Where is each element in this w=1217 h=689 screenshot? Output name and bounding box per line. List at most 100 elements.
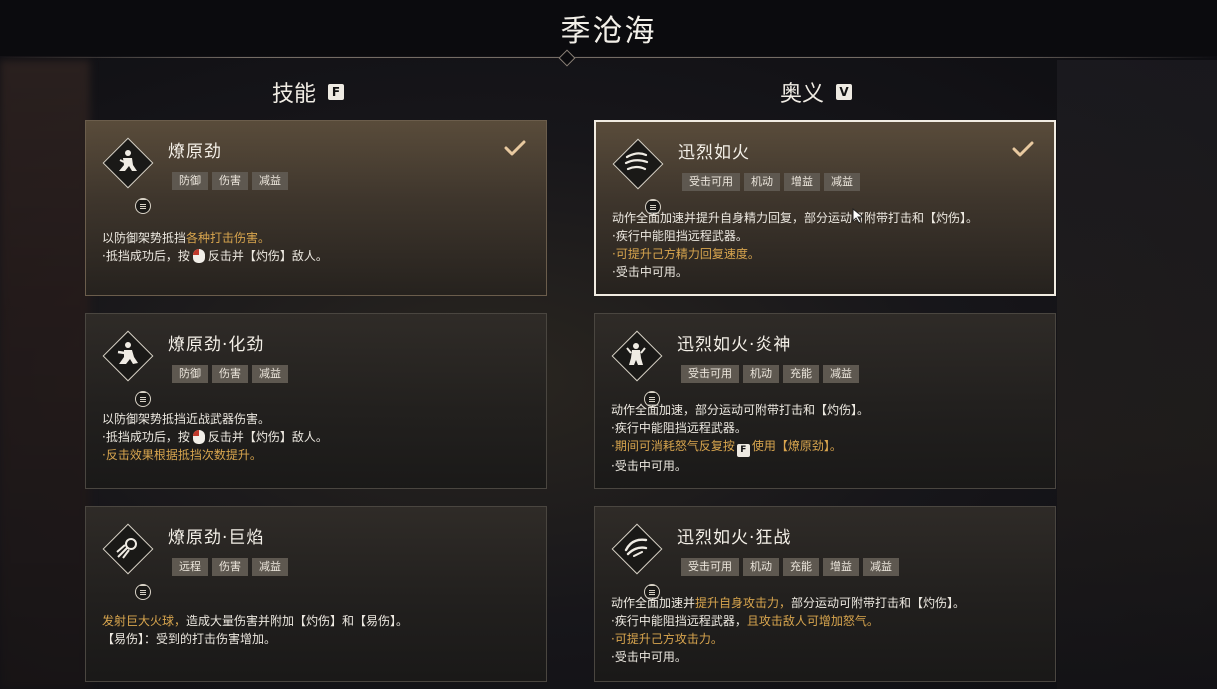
skill-card-liaoyuanjin[interactable]: 燎原劲 防御 伤害 减益 以防御架势抵挡各种打击伤害。 ·抵挡成功后，按 反击并【… <box>85 120 547 296</box>
ultimate-tag: 机动 <box>743 365 779 383</box>
flame-deity-icon <box>626 343 646 365</box>
equipped-check-icon <box>504 140 526 156</box>
skill-details-icon[interactable] <box>135 584 151 600</box>
ultimate-tag: 机动 <box>743 558 779 576</box>
skill-card-juyan[interactable]: 燎原劲·巨焰 远程 伤害 减益 发射巨大火球，造成大量伤害并附加【灼伤】和【易伤… <box>85 506 547 682</box>
skill-tag: 伤害 <box>212 365 248 383</box>
skill-name: 燎原劲 <box>168 142 222 162</box>
skill-card-huajin[interactable]: 燎原劲·化劲 防御 伤害 减益 以防御架势抵挡近战武器伤害。 ·抵挡成功后，按 反… <box>85 313 547 489</box>
skill-tag: 伤害 <box>212 172 248 190</box>
desc-text: 以防御架势抵挡 <box>102 231 187 245</box>
skill-tag: 防御 <box>172 172 208 190</box>
skill-name: 燎原劲·化劲 <box>168 335 265 355</box>
ultimate-tag: 减益 <box>863 558 899 576</box>
desc-highlight: ·反击效果根据抵挡次数提升。 <box>102 448 262 462</box>
ultimate-card-kuangzhan[interactable]: 迅烈如火·狂战 受击可用 机动 充能 增益 减益 动作全面加速并提升自身攻击力，… <box>594 506 1056 682</box>
skill-details-icon[interactable] <box>135 198 151 214</box>
skill-tag: 减益 <box>252 365 288 383</box>
guard-stance-icon <box>117 342 138 364</box>
ultimate-tag: 减益 <box>824 173 860 191</box>
desc-text: 部分运动可附带打击和【灼伤】。 <box>791 596 966 610</box>
ultimate-name: 迅烈如火 <box>678 143 750 163</box>
skills-section-title: 技能 <box>272 82 317 107</box>
skill-tag: 减益 <box>252 558 288 576</box>
skill-description: 以防御架势抵挡近战武器伤害。 ·抵挡成功后，按 反击并【灼伤】敌人。 ·反击效果根… <box>102 410 532 464</box>
frenzy-slash-icon <box>624 538 648 557</box>
hotkey-f-badge: F <box>736 444 750 457</box>
skills-hotkey-badge: F <box>328 84 345 100</box>
ultimate-tag: 受击可用 <box>682 173 740 191</box>
desc-text: 动作全面加速并提升自身精力回复，部分运动可附带打击和【灼伤】。 <box>612 211 979 225</box>
ultimate-card-yanshen[interactable]: 迅烈如火·炎神 受击可用 机动 充能 减益 动作全面加速，部分运动可附带打击和【… <box>594 313 1056 489</box>
skills-section-header: 技能 F <box>272 76 345 108</box>
mouse-button-icon <box>192 430 205 444</box>
ultimates-section-title: 奥义 <box>780 82 825 107</box>
ultimate-description: 动作全面加速，部分运动可附带打击和【灼伤】。 ·疾行中能阻挡远程武器。 ·期间可… <box>611 401 1041 475</box>
skill-details-icon[interactable] <box>135 391 151 407</box>
skill-tag: 减益 <box>252 172 288 190</box>
ultimate-tag: 减益 <box>823 365 859 383</box>
background-character-portraits <box>0 60 90 689</box>
desc-text: 动作全面加速并 <box>611 596 696 610</box>
desc-highlight: ·期间可消耗怒气反复按 <box>611 439 735 453</box>
ultimate-description: 动作全面加速并提升自身攻击力，部分运动可附带打击和【灼伤】。 ·疾行中能阻挡远程… <box>611 594 1041 666</box>
title-bar: 季沧海 <box>0 0 1217 56</box>
ultimate-description: 动作全面加速并提升自身精力回复，部分运动可附带打击和【灼伤】。 ·疾行中能阻挡远… <box>612 209 1040 281</box>
skill-icon-frame <box>102 523 154 600</box>
title-divider <box>0 57 1217 58</box>
desc-text: ·疾行中能阻挡远程武器， <box>611 614 747 628</box>
desc-text: ·疾行中能阻挡远程武器。 <box>612 229 748 243</box>
ultimates-section-header: 奥义 V <box>780 76 853 108</box>
ultimate-name: 迅烈如火·炎神 <box>677 335 792 355</box>
skill-icon-frame <box>102 137 154 214</box>
ultimate-icon-frame <box>611 523 663 600</box>
ultimate-icon-frame <box>612 138 664 215</box>
skill-tag: 远程 <box>172 558 208 576</box>
desc-text: 造成大量伤害并附加【灼伤】和【易伤】。 <box>186 614 409 628</box>
ultimate-tag: 增益 <box>784 173 820 191</box>
desc-text: ·疾行中能阻挡远程武器。 <box>611 421 747 435</box>
desc-highlight: 使用【燎原劲】。 <box>751 439 842 453</box>
desc-text: 反击并【灼伤】敌人。 <box>207 430 328 444</box>
desc-text: ·受击中可用。 <box>611 459 687 473</box>
ultimate-tag: 受击可用 <box>681 365 739 383</box>
dash-claw-icon <box>624 152 649 171</box>
ultimate-tags: 受击可用 机动 增益 减益 <box>682 173 860 191</box>
crouching-figure-icon <box>119 150 137 171</box>
ultimate-tag: 充能 <box>783 365 819 383</box>
desc-text: 【易伤】：受到的打击伤害增加。 <box>102 632 277 646</box>
mouse-button-icon <box>192 249 205 263</box>
desc-text: 以防御架势抵挡近战武器伤害。 <box>102 412 271 426</box>
ultimate-tag: 机动 <box>744 173 780 191</box>
desc-highlight: 发射巨大火球， <box>102 614 187 628</box>
desc-text: ·受击中可用。 <box>612 265 688 279</box>
ultimate-icon-frame <box>611 330 663 407</box>
desc-text: ·抵挡成功后，按 <box>102 249 190 263</box>
ultimate-card-xunlieruhuo[interactable]: 迅烈如火 受击可用 机动 增益 减益 动作全面加速并提升自身精力回复，部分运动可… <box>594 120 1056 296</box>
ultimate-tag: 增益 <box>823 558 859 576</box>
skill-description: 以防御架势抵挡各种打击伤害。 ·抵挡成功后，按 反击并【灼伤】敌人。 <box>102 229 532 265</box>
skill-description: 发射巨大火球，造成大量伤害并附加【灼伤】和【易伤】。 【易伤】：受到的打击伤害增… <box>102 612 532 648</box>
desc-highlight: 提升自身攻击力， <box>695 596 792 610</box>
mouse-cursor-icon <box>852 208 865 224</box>
desc-highlight: 各种打击伤害。 <box>186 231 271 245</box>
skill-tag: 防御 <box>172 365 208 383</box>
character-name-title: 季沧海 <box>560 14 657 49</box>
fireball-icon <box>116 538 137 559</box>
skill-tags: 防御 伤害 减益 <box>172 172 288 190</box>
desc-text: 反击并【灼伤】敌人。 <box>207 249 328 263</box>
desc-text: 动作全面加速，部分运动可附带打击和【灼伤】。 <box>611 403 870 417</box>
desc-text: ·抵挡成功后，按 <box>102 430 190 444</box>
skill-tags: 远程 伤害 减益 <box>172 558 288 576</box>
desc-highlight: ·可提升己方精力回复速度。 <box>612 247 760 261</box>
desc-highlight: ·可提升己方攻击力。 <box>611 632 723 646</box>
equipped-check-icon <box>1012 141 1034 157</box>
skill-tags: 防御 伤害 减益 <box>172 365 288 383</box>
skill-tag: 伤害 <box>212 558 248 576</box>
ultimate-tag: 充能 <box>783 558 819 576</box>
ultimates-hotkey-badge: V <box>836 84 853 100</box>
ultimate-tag: 受击可用 <box>681 558 739 576</box>
skill-name: 燎原劲·巨焰 <box>168 528 265 548</box>
skill-icon-frame <box>102 330 154 407</box>
ultimate-tags: 受击可用 机动 充能 减益 <box>681 365 859 383</box>
